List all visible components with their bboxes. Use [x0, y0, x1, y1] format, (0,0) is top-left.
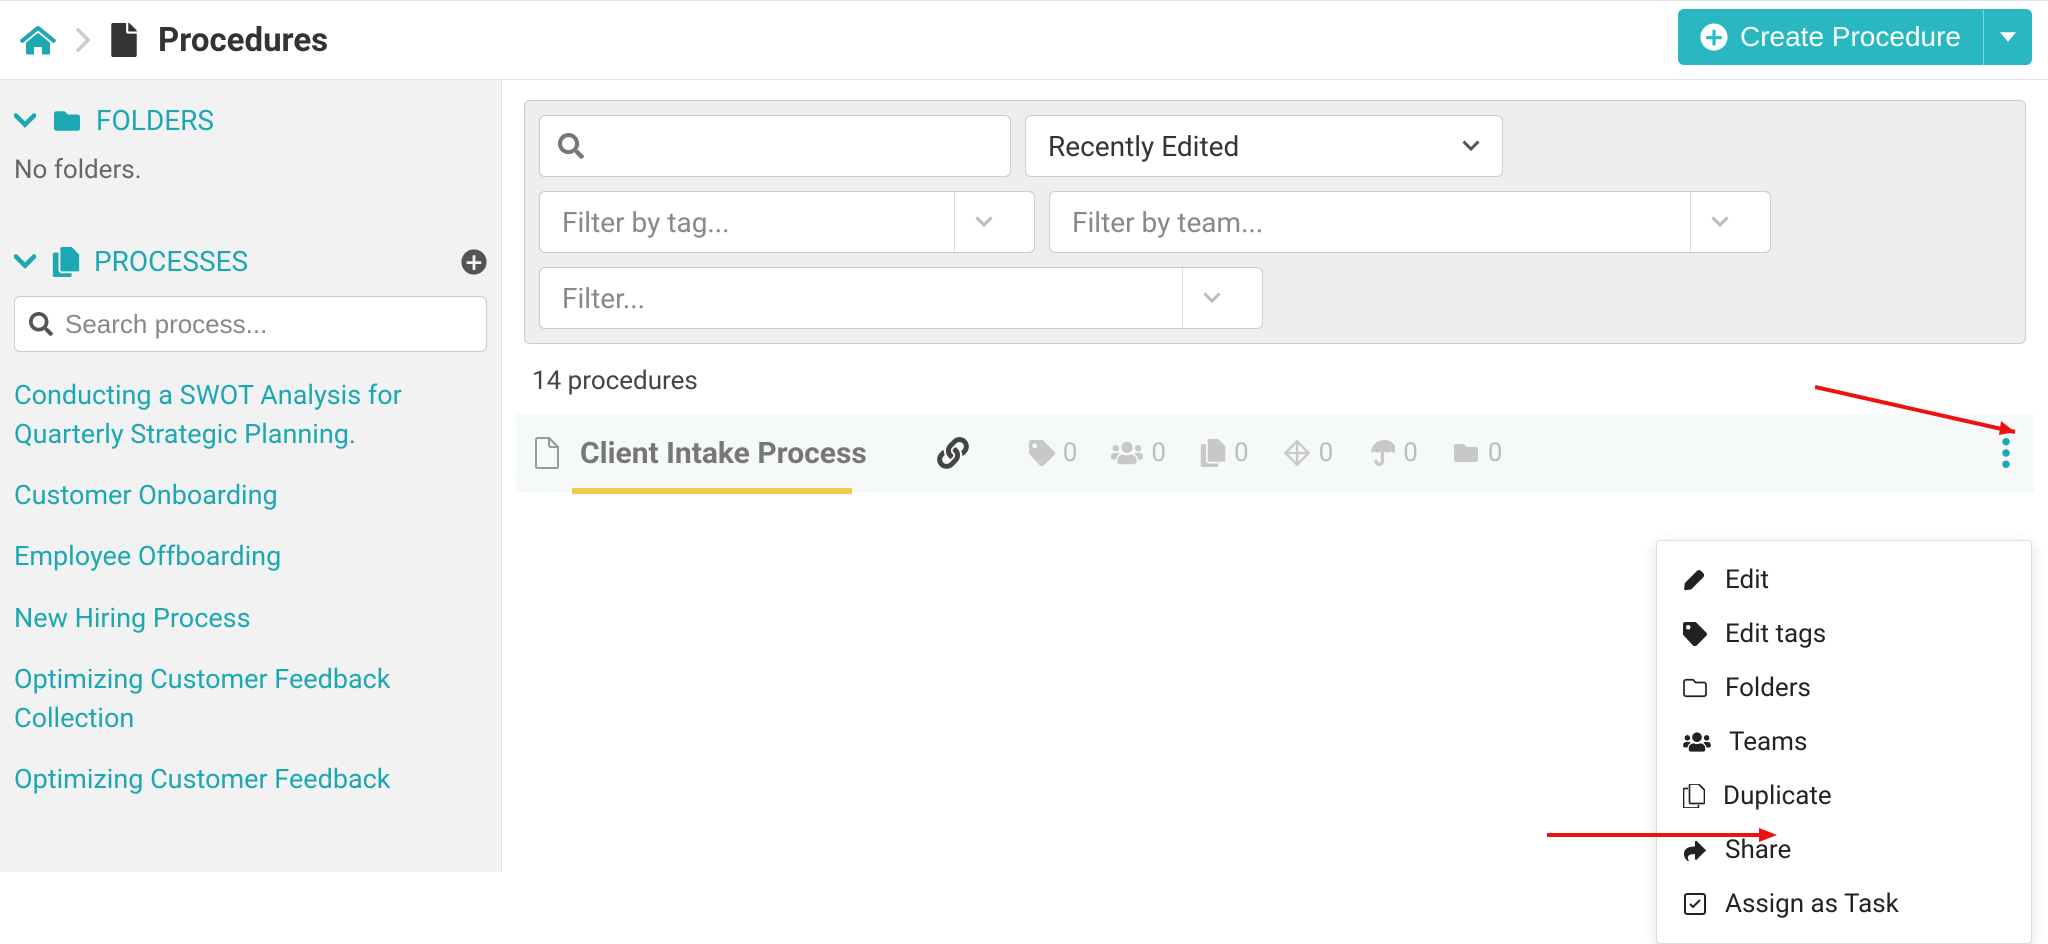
sort-select[interactable]: Recently Edited: [1025, 115, 1503, 177]
search-icon: [558, 133, 584, 159]
menu-share[interactable]: Share: [1657, 823, 2031, 877]
filter-search[interactable]: [539, 115, 1011, 177]
sort-label: Recently Edited: [1048, 130, 1239, 163]
sidebar: FOLDERS No folders. PROCESSES Conducting…: [0, 80, 502, 872]
stat-teams: 0: [1111, 438, 1166, 468]
menu-teams[interactable]: Teams: [1657, 715, 2031, 769]
filter-team-placeholder: Filter by team...: [1072, 206, 1263, 239]
stat-diamond: 0: [1283, 438, 1334, 468]
create-procedure-button[interactable]: Create Procedure: [1678, 9, 1983, 65]
document-outline-icon: [534, 437, 560, 469]
search-icon: [29, 312, 53, 336]
menu-assign-task[interactable]: Assign as Task: [1657, 877, 2031, 931]
chevron-down-icon: [954, 192, 1012, 252]
context-menu: Edit Edit tags Folders Teams Duplicate S…: [1656, 540, 2032, 944]
chevron-down-icon: [1690, 192, 1748, 252]
process-link[interactable]: Conducting a SWOT Analysis for Quarterly…: [14, 376, 487, 454]
filter-team-select[interactable]: Filter by team...: [1049, 191, 1771, 253]
chevron-down-icon: [14, 251, 38, 273]
page-title: Procedures: [158, 21, 328, 60]
link-icon[interactable]: [937, 437, 969, 469]
stat-folder: 0: [1452, 438, 1503, 468]
search-process-input[interactable]: [65, 309, 472, 340]
copy-icon: [52, 247, 80, 277]
procedure-title: Client Intake Process: [580, 436, 867, 471]
process-link[interactable]: Employee Offboarding: [14, 537, 487, 576]
search-process-field[interactable]: [14, 296, 487, 352]
processes-section-header[interactable]: PROCESSES: [14, 245, 487, 278]
chevron-down-icon: [14, 110, 38, 132]
filter-bar: Recently Edited Filter by tag... Filter …: [524, 100, 2026, 344]
procedure-count: 14 procedures: [532, 366, 2048, 396]
caret-down-icon: [2000, 29, 2016, 45]
menu-duplicate[interactable]: Duplicate: [1657, 769, 2031, 823]
folders-heading: FOLDERS: [96, 104, 214, 137]
menu-edit[interactable]: Edit: [1657, 553, 2031, 607]
main: Recently Edited Filter by tag... Filter …: [502, 80, 2048, 872]
create-procedure-caret[interactable]: [1983, 9, 2032, 65]
document-icon: [110, 23, 138, 57]
processes-heading: PROCESSES: [94, 245, 248, 278]
home-icon[interactable]: [20, 24, 56, 56]
header-bar: Procedures Create Procedure: [0, 0, 2048, 80]
filter-tag-placeholder: Filter by tag...: [562, 206, 730, 239]
stat-tags: 0: [1029, 438, 1078, 468]
add-process-button[interactable]: [461, 249, 487, 275]
process-link[interactable]: New Hiring Process: [14, 599, 487, 638]
chevron-down-icon: [1462, 140, 1480, 152]
folder-icon: [52, 108, 82, 134]
create-procedure-label: Create Procedure: [1740, 21, 1961, 53]
no-folders-text: No folders.: [14, 155, 487, 185]
menu-folders[interactable]: Folders: [1657, 661, 2031, 715]
folders-section-header[interactable]: FOLDERS: [14, 104, 487, 137]
process-link[interactable]: Optimizing Customer Feedback: [14, 760, 487, 799]
procedure-underline: [572, 488, 852, 494]
process-link[interactable]: Optimizing Customer Feedback Collection: [14, 660, 487, 738]
procedure-row[interactable]: Client Intake Process 0 0 0: [516, 414, 2034, 492]
filter-tag-select[interactable]: Filter by tag...: [539, 191, 1035, 253]
filter-placeholder: Filter...: [562, 282, 645, 315]
stat-copies: 0: [1200, 438, 1249, 468]
body: FOLDERS No folders. PROCESSES Conducting…: [0, 80, 2048, 872]
process-link[interactable]: Customer Onboarding: [14, 476, 487, 515]
chevron-right-icon: [76, 28, 90, 52]
create-procedure-group: Create Procedure: [1678, 9, 2032, 65]
procedure-stats: 0 0 0 0 0: [1029, 438, 1503, 468]
breadcrumb: Procedures: [20, 21, 328, 60]
menu-edit-tags[interactable]: Edit tags: [1657, 607, 2031, 661]
chevron-down-icon: [1182, 268, 1240, 328]
stat-umbrella: 0: [1367, 438, 1418, 468]
row-actions-kebab[interactable]: [1988, 430, 2024, 476]
plus-circle-icon: [1700, 23, 1728, 51]
filter-select[interactable]: Filter...: [539, 267, 1263, 329]
